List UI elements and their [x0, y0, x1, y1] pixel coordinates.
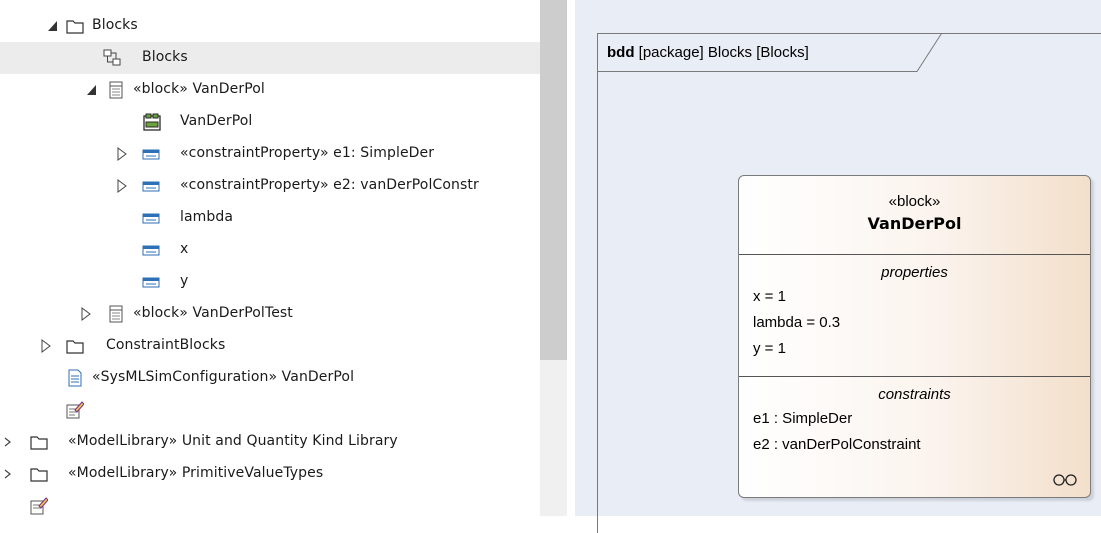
- tree-item-label: y: [180, 273, 189, 289]
- block-stereotype: «block»: [888, 193, 941, 210]
- block-header: «block» VanDerPol: [739, 176, 1090, 255]
- tree-item-simconfig-vanderpol[interactable]: «SysMLSimConfiguration» VanDerPol: [0, 362, 540, 394]
- block-icon: [109, 305, 123, 323]
- property-item[interactable]: x = 1: [739, 284, 1090, 310]
- constraint-item[interactable]: e2 : vanDerPolConstraint: [739, 432, 1090, 458]
- tree-item-blocks-package[interactable]: Blocks: [0, 10, 540, 42]
- properties-title: properties: [881, 264, 948, 281]
- collapsed-arrow-icon[interactable]: [116, 147, 128, 161]
- frame-kind: bdd: [607, 44, 635, 61]
- diagram-icon: [103, 49, 121, 66]
- notes-icon: [66, 401, 84, 419]
- property-icon: [142, 181, 160, 192]
- tree-item-label: «ModelLibrary» PrimitiveValueTypes: [68, 465, 324, 481]
- tree-item-label: Blocks: [92, 17, 138, 33]
- property-icon: [142, 149, 160, 160]
- constraint-item[interactable]: e1 : SimpleDer: [739, 406, 1090, 432]
- property-icon: [142, 277, 160, 288]
- internal-diagram-icon: [143, 113, 161, 131]
- tree-item-block-vanderpoltest[interactable]: «block» VanDerPolTest: [0, 298, 540, 330]
- collapsed-arrow-icon[interactable]: [116, 179, 128, 193]
- tree-item-constraint-e1[interactable]: «constraintProperty» e1: SimpleDer: [0, 138, 540, 170]
- folder-icon: [30, 436, 48, 450]
- collapsed-chevron-icon[interactable]: [2, 435, 14, 449]
- tree-item-label: ConstraintBlocks: [106, 337, 226, 353]
- tree-item-constraint-e2[interactable]: «constraintProperty» e2: vanDerPolConstr: [0, 170, 540, 202]
- tree-item-label: VanDerPol: [180, 113, 253, 129]
- tree-item-label: «block» VanDerPolTest: [133, 305, 293, 321]
- tree-item-notes-2[interactable]: [0, 490, 540, 516]
- tree-item-block-vanderpol[interactable]: «block» VanDerPol: [0, 74, 540, 106]
- tree-item-label: x: [180, 241, 189, 257]
- constraints-compartment: constraints e1 : SimpleDer e2 : vanDerPo…: [739, 377, 1090, 497]
- tree-item-property-lambda[interactable]: lambda: [0, 202, 540, 234]
- expanded-arrow-icon[interactable]: [86, 83, 98, 97]
- artifact-icon: [68, 369, 82, 387]
- properties-compartment: properties x = 1 lambda = 0.3 y = 1: [739, 255, 1090, 377]
- tree-item-constraintblocks-package[interactable]: ConstraintBlocks: [0, 330, 540, 362]
- block-icon: [109, 81, 123, 99]
- tree-item-label: «ModelLibrary» Unit and Quantity Kind Li…: [68, 433, 398, 449]
- frame-title: [package] Blocks [Blocks]: [634, 44, 809, 61]
- project-browser-tree: Blocks Blocks «block» VanDerPol VanDerPo…: [0, 0, 540, 516]
- tree-item-notes[interactable]: [0, 394, 540, 426]
- tree-item-primitive-value-types[interactable]: «ModelLibrary» PrimitiveValueTypes: [0, 458, 540, 490]
- tree-item-vanderpol-ibd[interactable]: VanDerPol: [0, 106, 540, 138]
- notes-icon: [30, 497, 48, 515]
- tree-item-label: Blocks: [142, 49, 188, 65]
- property-icon: [142, 213, 160, 224]
- tree-item-property-y[interactable]: y: [0, 266, 540, 298]
- collapsed-arrow-icon[interactable]: [40, 339, 52, 353]
- tree-item-label: «constraintProperty» e2: vanDerPolConstr: [180, 177, 479, 193]
- folder-icon: [66, 20, 84, 34]
- property-item[interactable]: y = 1: [739, 336, 1090, 362]
- folder-icon: [66, 340, 84, 354]
- tree-item-label: «block» VanDerPol: [133, 81, 265, 97]
- tree-item-label: lambda: [180, 209, 234, 225]
- binoculars-icon: [1053, 474, 1077, 486]
- property-icon: [142, 245, 160, 256]
- tree-item-label: «constraintProperty» e1: SimpleDer: [180, 145, 435, 161]
- tree-item-blocks-diagram[interactable]: Blocks: [0, 42, 540, 74]
- tree-item-unit-quantity-library[interactable]: «ModelLibrary» Unit and Quantity Kind Li…: [0, 426, 540, 458]
- collapsed-arrow-icon[interactable]: [80, 307, 92, 321]
- collapsed-chevron-icon[interactable]: [2, 467, 14, 481]
- expanded-arrow-icon[interactable]: [47, 19, 59, 33]
- diagram-frame-label: bdd [package] Blocks [Blocks]: [607, 44, 809, 61]
- block-vanderpol-element[interactable]: «block» VanDerPol properties x = 1 lambd…: [738, 175, 1091, 498]
- property-item[interactable]: lambda = 0.3: [739, 310, 1090, 336]
- tree-item-label: «SysMLSimConfiguration» VanDerPol: [92, 369, 355, 385]
- block-name: VanDerPol: [867, 214, 962, 233]
- tree-scrollbar-thumb[interactable]: [540, 0, 567, 360]
- constraints-title: constraints: [878, 386, 951, 403]
- tree-item-property-x[interactable]: x: [0, 234, 540, 266]
- folder-icon: [30, 468, 48, 482]
